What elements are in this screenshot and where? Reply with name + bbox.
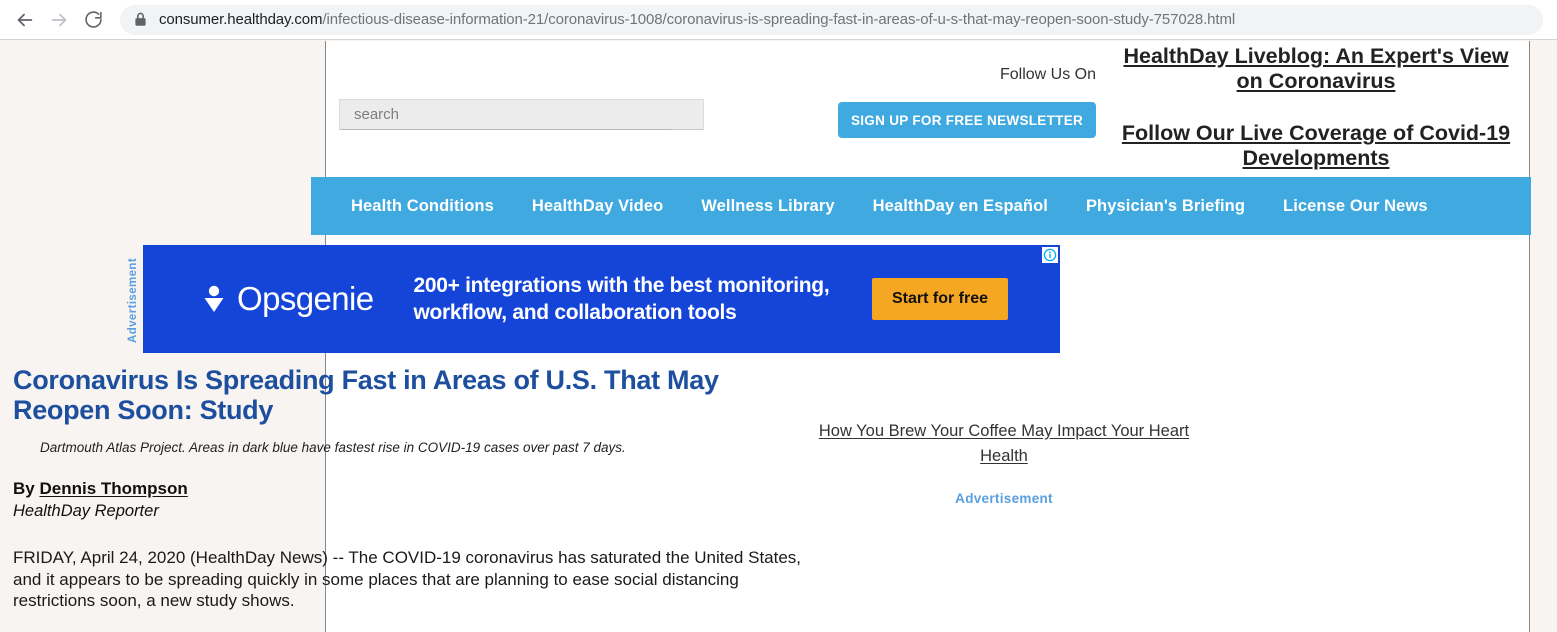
right-sidebar: How You Brew Your Coffee May Impact Your… (805, 237, 1203, 506)
nav-item-health-conditions[interactable]: Health Conditions (351, 197, 494, 216)
header-promo-links: HealthDay Liveblog: An Expert's View on … (1116, 41, 1516, 171)
search-field-wrapper (339, 99, 704, 130)
byline-author-link[interactable]: Dennis Thompson (39, 479, 187, 498)
search-input[interactable] (339, 99, 704, 130)
nav-item-physicians-briefing[interactable]: Physician's Briefing (1086, 197, 1245, 216)
reload-button[interactable] (76, 3, 110, 37)
page-viewport: Follow Us On SIGN UP FOR FREE NEWSLETTER… (0, 41, 1557, 632)
lock-icon (135, 12, 146, 26)
page-content: Advertisement Opsgenie 200+ integrations… (0, 237, 1203, 632)
promo-link-liveblog[interactable]: HealthDay Liveblog: An Expert's View on … (1116, 44, 1516, 94)
page-right-gutter (1531, 41, 1557, 632)
opsgenie-logo-icon (204, 285, 224, 312)
forward-arrow-icon (51, 13, 67, 26)
nav-item-healthday-video[interactable]: HealthDay Video (532, 197, 663, 216)
browser-toolbar: consumer.healthday.com/infectious-diseas… (0, 0, 1557, 40)
nav-item-license-our-news[interactable]: License Our News (1283, 197, 1428, 216)
url-path: /infectious-disease-information-21/coron… (322, 11, 1236, 28)
main-navigation: Health Conditions HealthDay Video Wellne… (311, 167, 1543, 237)
back-arrow-icon (17, 13, 33, 26)
ad-logo: Opsgenie (201, 280, 374, 318)
follow-us-label: Follow Us On (999, 66, 1096, 83)
advertisement-vertical-label: Advertisement (127, 257, 139, 343)
nav-item-wellness-library[interactable]: Wellness Library (701, 197, 834, 216)
ad-copy-text: 200+ integrations with the best monitori… (413, 274, 830, 324)
article-byline: By Dennis Thompson (13, 479, 803, 499)
address-bar[interactable]: consumer.healthday.com/infectious-diseas… (120, 4, 1543, 35)
url-host: consumer.healthday.com (159, 11, 323, 28)
site-header: Follow Us On SIGN UP FOR FREE NEWSLETTER… (326, 41, 1529, 171)
byline-prefix: By (13, 479, 40, 498)
sidebar-advertisement-label: Advertisement (955, 491, 1053, 506)
article-image-caption: Dartmouth Atlas Project. Areas in dark b… (40, 440, 626, 455)
nav-item-healthday-en-espanol[interactable]: HealthDay en Español (873, 197, 1048, 216)
address-bar-url: consumer.healthday.com/infectious-diseas… (159, 11, 1235, 28)
search-underline (341, 129, 671, 130)
back-button[interactable] (8, 3, 42, 37)
related-article-link[interactable]: How You Brew Your Coffee May Impact Your… (805, 419, 1203, 469)
newsletter-signup-button[interactable]: SIGN UP FOR FREE NEWSLETTER (838, 102, 1096, 138)
promo-link-live-coverage[interactable]: Follow Our Live Coverage of Covid-19 Dev… (1116, 121, 1516, 171)
forward-button[interactable] (42, 3, 76, 37)
ad-brand-name: Opsgenie (237, 280, 374, 317)
article-body-paragraph: FRIDAY, April 24, 2020 (HealthDay News) … (13, 548, 802, 610)
reload-icon (84, 11, 102, 28)
nav-bar: Health Conditions HealthDay Video Wellne… (311, 177, 1543, 235)
article-headline: Coronavirus Is Spreading Fast in Areas o… (13, 365, 719, 425)
byline-role: HealthDay Reporter (13, 502, 159, 520)
article: Coronavirus Is Spreading Fast in Areas o… (13, 365, 803, 629)
